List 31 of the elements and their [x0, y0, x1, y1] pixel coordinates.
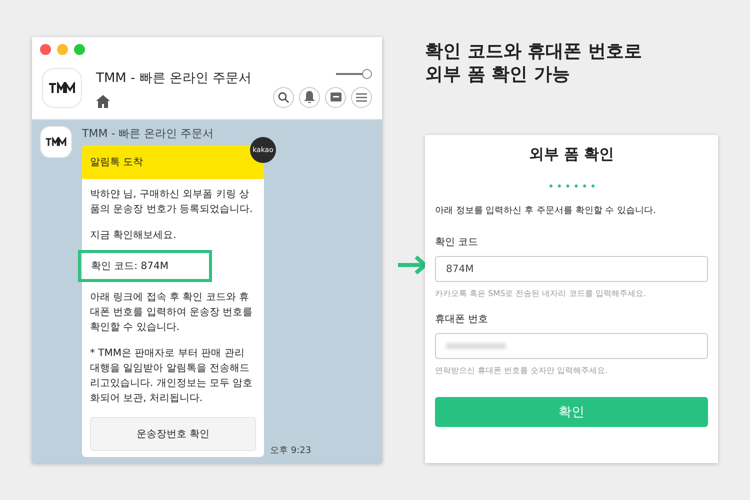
home-icon[interactable] [96, 94, 110, 108]
close-button[interactable] [40, 44, 51, 54]
message-text: 확인 코드: 874M [91, 261, 168, 272]
field-label: 휴대폰 번호 [435, 313, 490, 326]
input-field[interactable]: 874M [435, 256, 708, 282]
message-text: 지금 확인해보세요. [90, 229, 178, 243]
menu-icon[interactable] [351, 86, 372, 108]
opacity-slider[interactable] [336, 68, 372, 78]
message-time: 오후 9:23 [270, 445, 312, 457]
bell-icon[interactable] [299, 86, 320, 108]
message-text: 아래 링크에 접속 후 확인 코드와 휴대폰 번호를 입력하여 운송장 번호를 확인할 수 있습니다. [90, 291, 254, 335]
form-title: 외부 폼 확인 [528, 145, 614, 164]
chat-title: TMM - 빠른 온라인 주문서 [96, 70, 253, 86]
message-header: 알림톡 도착 [90, 157, 144, 168]
form-intro: 아래 정보를 입력하신 후 주문서를 확인할 수 있습니다. [435, 205, 657, 217]
message-text: 박하얀 님, 구매하신 외부폼 키링 상품의 운송장 번호가 등록되었습니다. [90, 188, 254, 217]
field-label: 확인 코드 [435, 236, 480, 249]
field-hint: 카카오톡 혹은 SMS로 전송된 네자리 코드를 입력해주세요. [435, 288, 647, 299]
search-icon[interactable] [273, 86, 294, 108]
headline-text: 확인 코드와 휴대폰 번호로 [425, 40, 642, 63]
input-field[interactable] [435, 333, 708, 359]
message-text: * TMM은 판매자로 부터 판매 관리 대행을 일임받아 알림톡을 전송해드리고있습니다. 개인정보는 모두 암호화되어 보관, 처리됩니다. [90, 347, 254, 406]
headline-text: 외부 폼 확인 가능 [425, 63, 571, 86]
profile-logo [42, 68, 82, 108]
dots-icon [548, 184, 594, 188]
field-hint: 연락받으신 휴대폰 번호를 숫자만 입력해주세요. [435, 365, 609, 376]
tracking-button[interactable]: 운송장번호 확인 [90, 417, 256, 451]
sender-name: TMM - 빠른 온라인 주문서 [82, 126, 215, 141]
drawer-icon[interactable] [325, 86, 346, 108]
redacted-value [446, 343, 506, 349]
sender-avatar [40, 126, 72, 158]
